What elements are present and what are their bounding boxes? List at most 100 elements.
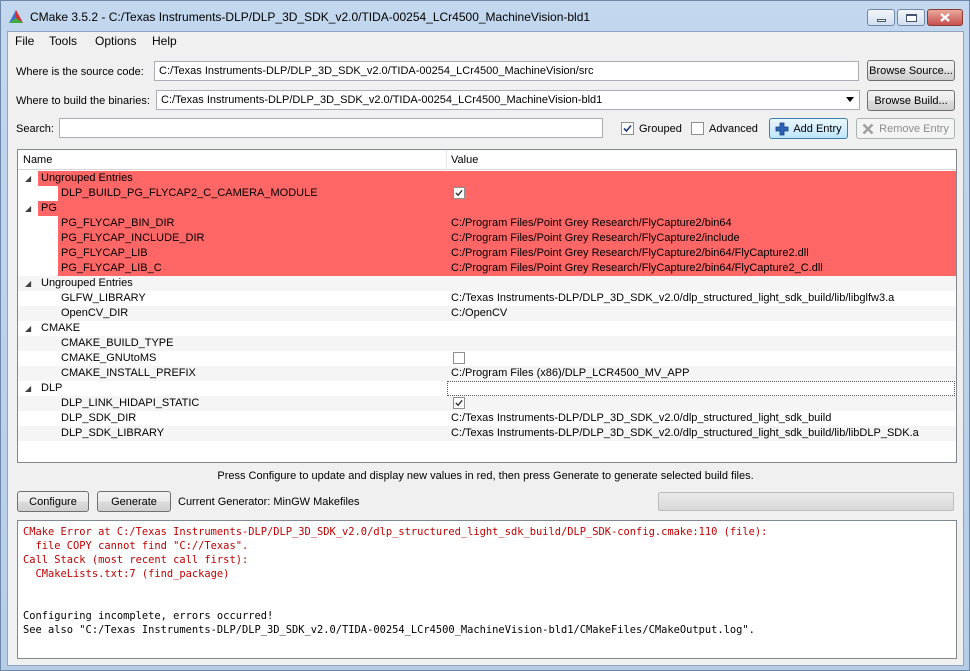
maximize-button[interactable]	[897, 9, 925, 26]
close-button[interactable]	[927, 9, 963, 26]
entry-value[interactable]: C:/Texas Instruments-DLP/DLP_3D_SDK_v2.0…	[451, 412, 831, 424]
tree-entry-row[interactable]: DLP_SDK_LIBRARY C:/Texas Instruments-DLP/…	[18, 426, 956, 441]
column-header-name[interactable]: Name	[23, 154, 52, 166]
focus-rect	[447, 381, 955, 396]
tree-group-row[interactable]: ◢ Ungrouped Entries	[18, 171, 956, 186]
advanced-checkbox[interactable]	[691, 122, 704, 135]
tree-group-row[interactable]: ◢ PG	[18, 201, 956, 216]
tree-entry-row[interactable]: PG_FLYCAP_INCLUDE_DIR C:/Program Files/Po…	[18, 231, 956, 246]
cache-entries-tree[interactable]: Name Value ◢ Ungrouped Entries DLP_BUILD_P…	[17, 149, 957, 463]
tree-group-row[interactable]: ◢ DLP	[18, 381, 956, 396]
expand-arrow-icon[interactable]: ◢	[25, 324, 31, 333]
entry-checkbox[interactable]	[453, 187, 465, 199]
menu-tools[interactable]: Tools	[49, 34, 77, 48]
entry-name: Ungrouped Entries	[41, 172, 133, 184]
entry-name: PG_FLYCAP_INCLUDE_DIR	[61, 232, 205, 244]
remove-entry-button[interactable]: Remove Entry	[856, 118, 955, 139]
tree-entry-row[interactable]: CMAKE_INSTALL_PREFIX C:/Program Files (x8…	[18, 366, 956, 381]
grouped-label[interactable]: Grouped	[639, 123, 682, 135]
remove-entry-label: Remove Entry	[879, 122, 949, 135]
entry-checkbox[interactable]	[453, 352, 465, 364]
entry-value[interactable]: C:/OpenCV	[451, 307, 507, 319]
tree-entry-row[interactable]: DLP_BUILD_PG_FLYCAP2_C_CAMERA_MODULE	[18, 186, 956, 201]
window-title: CMake 3.5.2 - C:/Texas Instruments-DLP/D…	[30, 10, 591, 24]
tree-group-row[interactable]: ◢ CMAKE	[18, 321, 956, 336]
entry-value[interactable]: C:/Texas Instruments-DLP/DLP_3D_SDK_v2.0…	[451, 427, 919, 439]
log-line: CMake Error at C:/Texas Instruments-DLP/…	[23, 526, 768, 538]
cmake-window: CMake 3.5.2 - C:/Texas Instruments-DLP/D…	[0, 0, 970, 671]
minimize-button[interactable]	[867, 9, 895, 26]
cmake-triangle-icon	[9, 10, 23, 23]
entry-name: CMAKE_GNUtoMS	[61, 352, 157, 364]
configure-hint: Press Configure to update and display ne…	[217, 470, 754, 482]
build-path-value: C:/Texas Instruments-DLP/DLP_3D_SDK_v2.0…	[161, 94, 603, 106]
menu-help[interactable]: Help	[152, 34, 177, 48]
tree-entry-row[interactable]: PG_FLYCAP_LIB_C C:/Program Files/Point Gr…	[18, 261, 956, 276]
menu-options[interactable]: Options	[95, 34, 136, 48]
generate-button[interactable]: Generate	[97, 491, 171, 512]
tree-entry-row[interactable]: PG_FLYCAP_LIB C:/Program Files/Point Grey…	[18, 246, 956, 261]
tree-entry-row[interactable]: DLP_LINK_HIDAPI_STATIC	[18, 396, 956, 411]
entry-name: CMAKE_INSTALL_PREFIX	[61, 367, 196, 379]
column-divider[interactable]	[446, 150, 447, 170]
plus-icon	[775, 122, 789, 135]
search-input[interactable]	[59, 118, 603, 138]
log-line: file COPY cannot find "C://Texas".	[23, 540, 249, 552]
tree-entry-row[interactable]: GLFW_LIBRARY C:/Texas Instruments-DLP/DLP…	[18, 291, 956, 306]
entry-value[interactable]: C:/Program Files/Point Grey Research/Fly…	[451, 262, 823, 274]
browse-source-button[interactable]: Browse Source...	[867, 60, 955, 81]
entry-name: Ungrouped Entries	[41, 277, 133, 289]
minimize-icon	[876, 19, 886, 22]
changed-highlight	[38, 171, 956, 186]
output-log[interactable]: CMake Error at C:/Texas Instruments-DLP/…	[17, 520, 957, 659]
entry-value[interactable]: C:/Texas Instruments-DLP/DLP_3D_SDK_v2.0…	[451, 292, 894, 304]
tree-entry-row[interactable]: CMAKE_GNUtoMS	[18, 351, 956, 366]
dropdown-arrow-icon[interactable]	[846, 97, 854, 102]
entry-name: PG_FLYCAP_BIN_DIR	[61, 217, 175, 229]
expand-arrow-icon[interactable]: ◢	[25, 204, 31, 213]
tree-group-row[interactable]: ◢ Ungrouped Entries	[18, 276, 956, 291]
entry-name: DLP	[41, 382, 63, 394]
tree-entry-row[interactable]: OpenCV_DIR C:/OpenCV	[18, 306, 956, 321]
remove-x-icon	[862, 123, 874, 134]
entry-checkbox[interactable]	[453, 397, 465, 409]
configure-button[interactable]: Configure	[17, 491, 89, 512]
entry-name: GLFW_LIBRARY	[61, 292, 146, 304]
browse-build-button[interactable]: Browse Build...	[867, 90, 955, 111]
add-entry-label: Add Entry	[793, 122, 842, 135]
grouped-checkbox[interactable]	[621, 122, 634, 135]
checkmark-icon	[455, 189, 463, 197]
menu-file[interactable]: File	[15, 34, 34, 48]
entry-name: DLP_SDK_LIBRARY	[61, 427, 165, 439]
tree-entry-row[interactable]: DLP_SDK_DIR C:/Texas Instruments-DLP/DLP_…	[18, 411, 956, 426]
checkmark-icon	[455, 399, 463, 407]
main-panel: File Tools Options Help Where is the sou…	[7, 31, 964, 666]
advanced-label[interactable]: Advanced	[709, 123, 758, 135]
title-bar[interactable]: CMake 3.5.2 - C:/Texas Instruments-DLP/D…	[1, 1, 969, 31]
expand-arrow-icon[interactable]: ◢	[25, 174, 31, 183]
search-label: Search:	[16, 123, 54, 135]
tree-entry-row[interactable]: PG_FLYCAP_BIN_DIR C:/Program Files/Point …	[18, 216, 956, 231]
source-path-input[interactable]: C:/Texas Instruments-DLP/DLP_3D_SDK_v2.0…	[154, 61, 859, 81]
expand-arrow-icon[interactable]: ◢	[25, 279, 31, 288]
entry-value[interactable]: C:/Program Files/Point Grey Research/Fly…	[451, 217, 732, 229]
maximize-icon	[905, 13, 917, 22]
tree-header: Name Value	[18, 150, 956, 170]
entry-value[interactable]: C:/Program Files/Point Grey Research/Fly…	[451, 232, 740, 244]
entry-name: DLP_LINK_HIDAPI_STATIC	[61, 397, 200, 409]
log-line: Call Stack (most recent call first):	[23, 554, 249, 566]
expand-arrow-icon[interactable]: ◢	[25, 384, 31, 393]
entry-name: PG	[41, 202, 57, 214]
add-entry-button[interactable]: Add Entry	[769, 118, 848, 139]
current-generator-label: Current Generator: MinGW Makefiles	[178, 496, 360, 508]
entry-name: PG_FLYCAP_LIB	[61, 247, 148, 259]
column-header-value[interactable]: Value	[451, 154, 478, 166]
build-label: Where to build the binaries:	[16, 95, 150, 107]
entry-name: DLP_SDK_DIR	[61, 412, 137, 424]
build-path-combobox[interactable]: C:/Texas Instruments-DLP/DLP_3D_SDK_v2.0…	[156, 90, 860, 110]
tree-entry-row[interactable]: CMAKE_BUILD_TYPE	[18, 336, 956, 351]
entry-value[interactable]: C:/Program Files (x86)/DLP_LCR4500_MV_AP…	[451, 367, 689, 379]
entry-value[interactable]: C:/Program Files/Point Grey Research/Fly…	[451, 247, 809, 259]
